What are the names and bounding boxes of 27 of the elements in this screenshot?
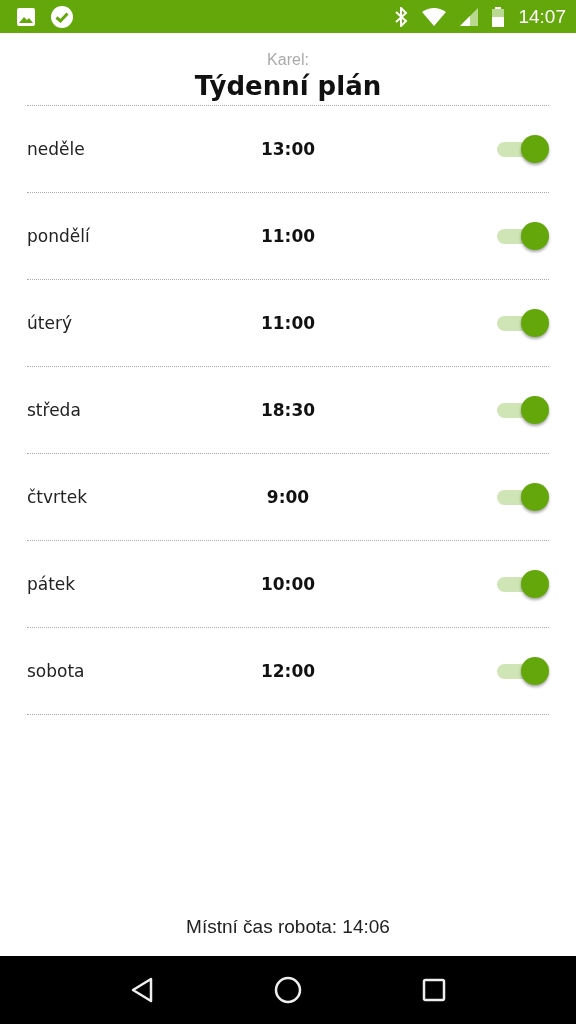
battery-icon [492,6,505,27]
check-icon [50,4,74,29]
schedule-time[interactable]: 12:00 [260,661,316,681]
day-label: středa [27,400,82,420]
schedule-time[interactable]: 18:30 [260,400,316,420]
robot-name: Karel: [267,51,309,69]
schedule-time[interactable]: 11:00 [260,226,316,246]
recents-icon[interactable] [422,978,446,1002]
signal-icon [460,7,479,26]
day-label: sobota [27,661,86,681]
image-icon [16,6,36,27]
schedule-time[interactable]: 11:00 [260,313,316,333]
schedule-time[interactable]: 10:00 [260,574,316,594]
back-icon[interactable] [130,977,154,1003]
bluetooth-icon [394,6,409,27]
day-label: pondělí [27,226,91,246]
day-label: čtvrtek [27,487,89,507]
day-label: neděle [27,139,86,159]
schedule-time[interactable]: 9:00 [266,487,310,507]
robot-local-time: Místní čas robota: 14:06 [186,916,390,938]
schedule-time[interactable]: 13:00 [260,139,316,159]
home-icon[interactable] [274,976,302,1004]
day-label: pátek [27,574,77,594]
page-title: Týdenní plán [194,70,382,103]
wifi-icon [422,7,447,26]
status-time: 14:07 [518,5,566,28]
day-label: úterý [27,313,73,333]
